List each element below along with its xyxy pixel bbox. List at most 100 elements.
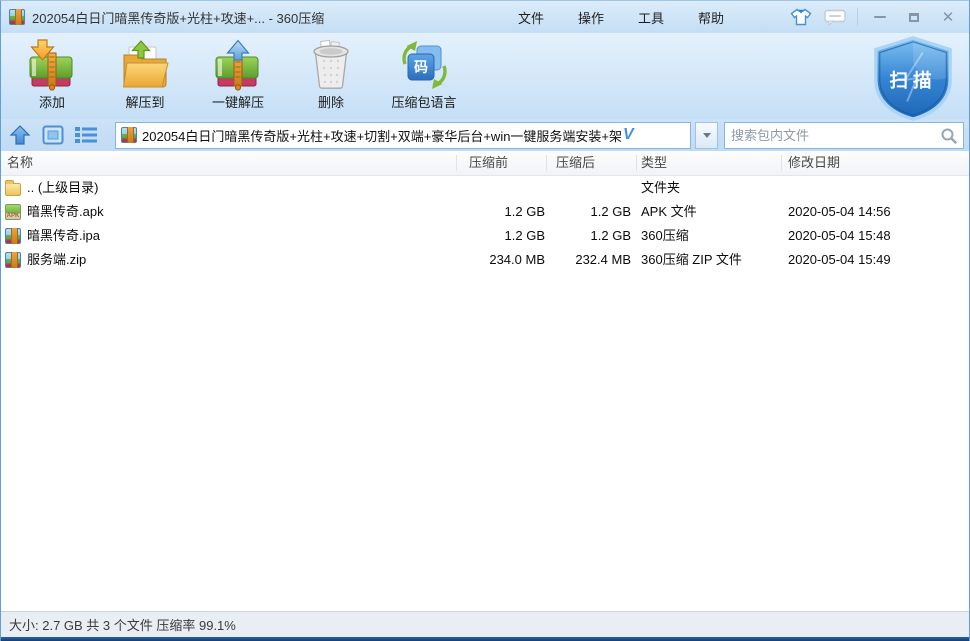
close-button[interactable]: ✕ (931, 5, 965, 29)
scan-label: 扫描 (890, 70, 937, 91)
title-bar: 202054白日门暗黑传奇版+光柱+攻速+... - 360压缩 文件 操作 工… (1, 1, 969, 33)
tool-label: 添加 (39, 92, 65, 111)
file-name-cell: .. (上级目录) (5, 176, 99, 200)
address-dropdown-button[interactable] (695, 122, 718, 149)
file-type-icon (5, 228, 21, 244)
minimize-button[interactable] (863, 5, 897, 29)
add-archive-icon (28, 39, 76, 91)
size-before-cell: 1.2 GB (439, 224, 545, 248)
scan-button[interactable]: 扫描 (865, 35, 961, 121)
one-key-extract-button[interactable]: 一键解压 (195, 38, 281, 111)
menu-item-file[interactable]: 文件 (501, 8, 561, 27)
minimize-icon (874, 16, 886, 18)
divider (636, 155, 637, 171)
file-name: 暗黑传奇.ipa (27, 224, 100, 248)
divider (546, 155, 547, 171)
delete-button[interactable]: 删除 (288, 38, 374, 111)
table-row[interactable]: 暗黑传奇.apk 1.2 GB 1.2 GB APK 文件 2020-05-04… (1, 200, 969, 224)
address-row: 202054白日门暗黑传奇版+光柱+攻速+切割+双端+豪华后台+win一键服务端… (1, 119, 969, 151)
divider (857, 8, 858, 26)
file-name: .. (上级目录) (27, 176, 99, 200)
size-before-cell: 1.2 GB (439, 200, 545, 224)
archive-language-button[interactable]: 码 压缩包语言 (381, 38, 467, 111)
up-arrow-icon (9, 124, 31, 146)
status-text: 大小: 2.7 GB 共 3 个文件 压缩率 99.1% (9, 615, 236, 634)
file-list: .. (上级目录) 文件夹 暗黑传奇.apk 1.2 GB 1.2 GB APK… (1, 176, 969, 611)
date-modified-cell: 2020-05-04 15:48 (788, 224, 891, 248)
window-bottom-frame (1, 637, 969, 641)
tool-label: 一键解压 (212, 92, 264, 111)
go-up-button[interactable] (7, 122, 33, 148)
icon-view-icon (42, 125, 64, 145)
search-input[interactable] (731, 128, 940, 143)
shield-icon: 扫描 (865, 35, 961, 121)
archive-path: 202054白日门暗黑传奇版+光柱+攻速+切割+双端+豪华后台+win一键服务端… (142, 126, 622, 145)
shirt-icon (790, 8, 812, 26)
extract-to-button[interactable]: 解压到 (102, 38, 188, 111)
app-logo-icon (9, 9, 25, 25)
file-type-cell: APK 文件 (641, 200, 787, 224)
file-type-cell: 文件夹 (641, 176, 787, 200)
size-after-cell: 1.2 GB (545, 200, 631, 224)
file-type-icon (5, 204, 21, 220)
list-header: 名称 压缩前 压缩后 类型 修改日期 (1, 151, 969, 176)
tool-label: 删除 (318, 92, 344, 111)
icon-view-button[interactable] (40, 122, 66, 148)
divider (781, 155, 782, 171)
window-title: 202054白日门暗黑传奇版+光柱+攻速+... - 360压缩 (32, 8, 324, 27)
column-header-after[interactable]: 压缩后 (556, 151, 595, 175)
file-type-icon (5, 183, 21, 196)
search-box (724, 122, 964, 149)
menu-bar: 文件 操作 工具 帮助 (501, 1, 741, 33)
file-type-cell: 360压缩 ZIP 文件 (641, 248, 787, 272)
address-bar[interactable]: 202054白日门暗黑传奇版+光柱+攻速+切割+双端+豪华后台+win一键服务端… (115, 122, 691, 149)
size-before-cell: 234.0 MB (439, 248, 545, 272)
archive-icon (121, 127, 137, 143)
menu-item-tools[interactable]: 工具 (621, 8, 681, 27)
maximize-icon (909, 13, 919, 22)
file-type-icon (5, 252, 21, 268)
tool-label: 解压到 (125, 92, 164, 111)
archive-language-icon: 码 (400, 39, 448, 91)
column-header-name[interactable]: 名称 (7, 151, 33, 175)
toolbar: 添加 解压到 (1, 33, 969, 119)
file-name: 暗黑传奇.apk (27, 200, 104, 224)
file-name-cell: 暗黑传奇.ipa (5, 224, 100, 248)
file-name: 服务端.zip (27, 248, 86, 272)
feedback-button[interactable] (818, 5, 852, 29)
date-modified-cell: 2020-05-04 14:56 (788, 200, 891, 224)
column-header-type[interactable]: 类型 (641, 151, 667, 175)
menu-item-help[interactable]: 帮助 (681, 8, 741, 27)
close-icon: ✕ (942, 10, 955, 25)
search-icon[interactable] (940, 127, 957, 144)
file-name-cell: 暗黑传奇.apk (5, 200, 104, 224)
column-header-date[interactable]: 修改日期 (788, 151, 840, 175)
menu-item-actions[interactable]: 操作 (561, 8, 621, 27)
svg-text:码: 码 (414, 59, 428, 75)
trash-icon (307, 39, 355, 91)
add-button[interactable]: 添加 (9, 38, 95, 111)
list-view-button[interactable] (73, 122, 99, 148)
message-icon (824, 9, 846, 26)
table-row[interactable]: 服务端.zip 234.0 MB 232.4 MB 360压缩 ZIP 文件 2… (1, 248, 969, 272)
maximize-button[interactable] (897, 5, 931, 29)
app-window: 202054白日门暗黑传奇版+光柱+攻速+... - 360压缩 文件 操作 工… (0, 0, 970, 641)
path-truncation-v: V (623, 126, 634, 144)
table-row[interactable]: 暗黑传奇.ipa 1.2 GB 1.2 GB 360压缩 2020-05-04 … (1, 224, 969, 248)
size-after-cell: 1.2 GB (545, 224, 631, 248)
list-view-icon (74, 125, 98, 145)
extract-to-icon (121, 39, 169, 91)
titlebar-controls: ✕ (784, 1, 965, 33)
divider (456, 155, 457, 171)
status-bar: 大小: 2.7 GB 共 3 个文件 压缩率 99.1% (1, 611, 969, 637)
file-name-cell: 服务端.zip (5, 248, 86, 272)
date-modified-cell: 2020-05-04 15:49 (788, 248, 891, 272)
column-header-before[interactable]: 压缩前 (469, 151, 508, 175)
tool-label: 压缩包语言 (391, 92, 456, 111)
table-row[interactable]: .. (上级目录) 文件夹 (1, 176, 969, 200)
chevron-down-icon (703, 133, 711, 138)
size-after-cell: 232.4 MB (545, 248, 631, 272)
file-type-cell: 360压缩 (641, 224, 787, 248)
theme-skin-button[interactable] (784, 5, 818, 29)
one-key-extract-icon (214, 39, 262, 91)
